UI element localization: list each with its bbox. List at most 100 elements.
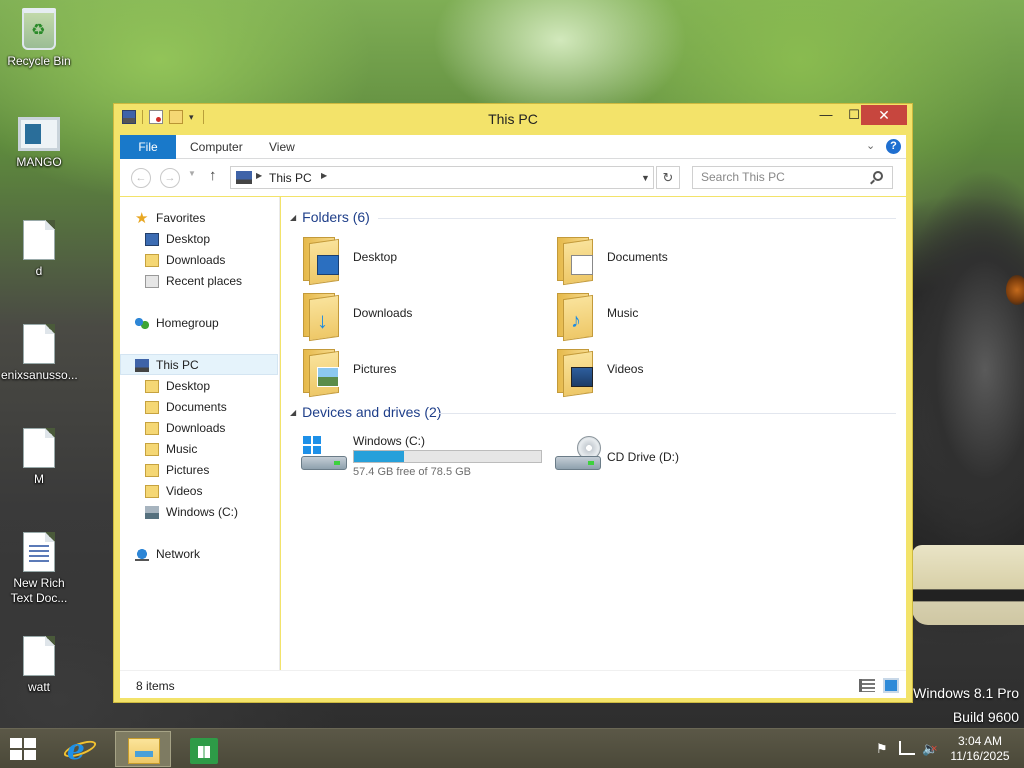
nav-item-label: Music — [166, 442, 198, 456]
windows-logo-icon — [303, 436, 321, 454]
nav-item-label: Recent places — [166, 274, 243, 288]
search-icon[interactable] — [873, 171, 883, 181]
nav-favorites-downloads[interactable]: Downloads — [120, 250, 278, 271]
desktop-icon-enixsanusso[interactable]: enixsanusso... — [1, 324, 78, 383]
group-divider — [438, 413, 896, 414]
tab-computer[interactable]: Computer — [177, 135, 256, 159]
desktop-icon-label: MANGO — [16, 155, 62, 169]
status-bar: 8 items — [120, 670, 906, 698]
back-button[interactable]: ← — [131, 168, 151, 188]
tab-file[interactable]: File — [120, 135, 176, 159]
nav-item-label: Windows (C:) — [166, 505, 239, 519]
drive-tile-windows-c[interactable]: Windows (C:) 57.4 GB free of 78.5 GB — [301, 434, 561, 484]
desktop-icon-watt[interactable]: watt — [1, 636, 77, 695]
folder-label: Documents — [607, 250, 668, 264]
breadcrumb-chevron-icon[interactable]: ▶ — [256, 171, 262, 180]
help-icon[interactable]: ? — [886, 139, 901, 154]
title-bar[interactable]: ▾ This PC — ☐ ✕ — [114, 104, 912, 132]
drive-tile-cd-d[interactable]: CD Drive (D:) — [555, 434, 795, 484]
nav-network[interactable]: Network — [120, 544, 278, 565]
group-header-label: Devices and drives (2) — [302, 404, 442, 420]
folder-tile-downloads[interactable]: ↓ Downloads — [301, 291, 541, 342]
refresh-button[interactable]: ↻ — [656, 166, 680, 189]
address-bar[interactable]: ▶ This PC ▶ ▼ — [230, 166, 654, 189]
desktop-icon-mango[interactable]: MANGO — [1, 117, 77, 170]
recent-locations-dropdown-icon[interactable]: ▼ — [188, 169, 196, 178]
folder-label: Videos — [607, 362, 644, 376]
hard-drive-icon — [301, 436, 347, 476]
windows-logo-icon — [10, 738, 22, 748]
action-center-flag-icon[interactable]: ⚑ — [876, 741, 888, 757]
downloads-folder-icon — [145, 254, 159, 267]
volume-muted-icon[interactable]: 🔈 — [922, 741, 938, 757]
tab-view[interactable]: View — [256, 135, 308, 159]
folder-tile-music[interactable]: ♪ Music — [555, 291, 795, 342]
file-explorer-icon — [128, 738, 160, 764]
wallpaper-monkey-eye — [1006, 275, 1024, 305]
close-button[interactable]: ✕ — [861, 105, 907, 125]
nav-this-pc-windows-c[interactable]: Windows (C:) — [120, 502, 278, 523]
up-arrow-icon[interactable]: ↑ — [209, 167, 217, 184]
large-icons-view-icon[interactable] — [883, 678, 899, 693]
desktop-icon-label: enixsanusso... — [1, 368, 78, 382]
downloads-folder-icon — [145, 422, 159, 435]
breadcrumb-chevron-icon[interactable]: ▶ — [321, 171, 327, 180]
nav-favorites-desktop[interactable]: Desktop — [120, 229, 278, 250]
nav-this-pc-desktop[interactable]: Desktop — [120, 376, 278, 397]
capacity-bar — [353, 450, 542, 463]
nav-item-label: Favorites — [156, 211, 206, 225]
minimize-button[interactable]: — — [812, 105, 840, 125]
clock-time: 3:04 AM — [957, 734, 1003, 748]
desktop-icon-d[interactable]: d — [1, 220, 77, 279]
folder-tile-pictures[interactable]: Pictures — [301, 347, 541, 398]
nav-this-pc-downloads[interactable]: Downloads — [120, 418, 278, 439]
collapse-triangle-icon[interactable]: ◢ — [290, 408, 296, 417]
search-input[interactable]: Search This PC — [692, 166, 893, 189]
nav-this-pc-music[interactable]: Music — [120, 439, 278, 460]
folder-tile-videos[interactable]: Videos — [555, 347, 795, 398]
expand-ribbon-chevron-icon[interactable]: ⌄ — [866, 139, 875, 152]
window-title: This PC — [488, 111, 538, 127]
nav-favorites[interactable]: ★ Favorites — [120, 208, 278, 229]
folders-group-header[interactable]: ◢ Folders (6) — [290, 207, 370, 227]
this-pc-icon — [236, 171, 252, 184]
collapse-triangle-icon[interactable]: ◢ — [290, 213, 296, 222]
taskbar-store[interactable] — [175, 731, 231, 767]
system-clock[interactable]: 3:04 AM 11/16/2025 — [944, 734, 1016, 764]
folder-label: Pictures — [353, 362, 397, 376]
nav-this-pc-pictures[interactable]: Pictures — [120, 460, 278, 481]
star-icon: ★ — [135, 210, 149, 227]
taskbar-file-explorer[interactable] — [115, 731, 171, 767]
nav-this-pc[interactable]: This PC — [120, 354, 278, 375]
desktop-icon-recycle-bin[interactable]: Recycle Bin — [1, 8, 77, 69]
folder-label: Music — [607, 306, 639, 320]
folder-tile-documents[interactable]: Documents — [555, 235, 795, 286]
start-button[interactable] — [10, 738, 38, 762]
folder-tile-desktop[interactable]: Desktop — [301, 235, 541, 286]
nav-this-pc-documents[interactable]: Documents — [120, 397, 278, 418]
nav-item-label: Desktop — [166, 232, 211, 246]
search-placeholder: Search This PC — [701, 170, 785, 184]
music-folder-icon — [145, 443, 159, 456]
homegroup-icon — [135, 317, 149, 330]
desktop-icon-label: watt — [27, 680, 50, 694]
forward-button[interactable]: → — [160, 168, 180, 188]
nav-homegroup[interactable]: Homegroup — [120, 313, 278, 334]
network-status-icon[interactable] — [899, 741, 915, 755]
details-view-icon[interactable] — [859, 679, 875, 692]
desktop-icon-new-rich-text-doc[interactable]: New Rich Text Doc... — [1, 532, 77, 606]
breadcrumb-this-pc[interactable]: This PC — [269, 171, 312, 185]
explorer-window: ▾ This PC — ☐ ✕ File Computer View ⌄ ? ←… — [113, 103, 913, 703]
navigation-pane: ★ Favorites Desktop Downloads Recent pla… — [120, 197, 280, 670]
nav-this-pc-videos[interactable]: Videos — [120, 481, 278, 502]
address-dropdown-icon[interactable]: ▼ — [641, 173, 650, 183]
devices-group-header[interactable]: ◢ Devices and drives (2) — [290, 402, 441, 422]
text-file-icon — [23, 324, 55, 364]
pictures-folder-icon — [301, 347, 345, 398]
desktop-icon-m[interactable]: M — [1, 428, 77, 487]
drive-label: CD Drive (D:) — [607, 450, 679, 464]
nav-favorites-recent-places[interactable]: Recent places — [120, 271, 278, 292]
folder-label: Downloads — [353, 306, 413, 320]
windows-build-watermark: Build 9600 — [952, 709, 1019, 725]
taskbar-internet-explorer[interactable]: e — [55, 731, 111, 767]
